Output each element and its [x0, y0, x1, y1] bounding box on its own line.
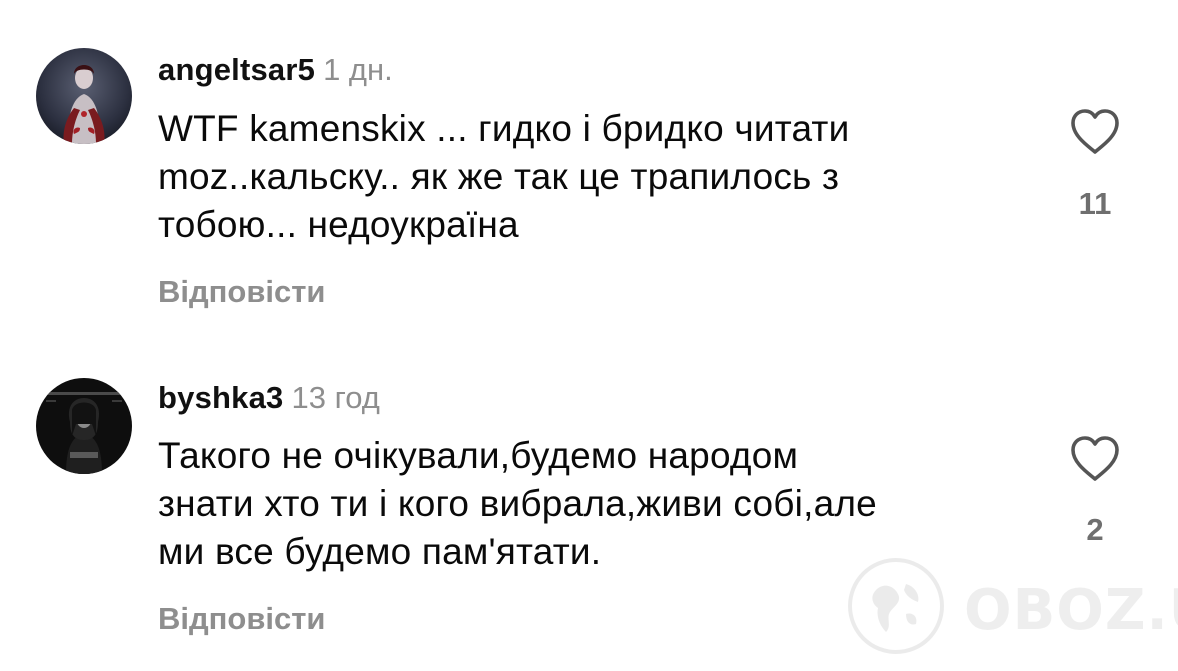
like-button[interactable]: [1068, 107, 1122, 157]
like-button[interactable]: [1068, 434, 1122, 484]
comment-text: WTF kamenskix ... гидко і бридко читати …: [158, 105, 1038, 249]
reply-button[interactable]: Відповісти: [158, 601, 326, 637]
comment-text-line: тобою... недоукраїна: [158, 204, 519, 245]
avatar[interactable]: [36, 48, 132, 144]
comment-text-line: знати хто ти і кого вибрала,живи собі,ал…: [158, 483, 877, 524]
comment-text-line: ми все будемо пам'ятати.: [158, 531, 602, 572]
like-count: 11: [1078, 186, 1112, 221]
comment-time: 1 дн.: [323, 52, 393, 87]
avatar[interactable]: [36, 378, 132, 474]
comment-text-line: Такого не очікували,будемо народом: [158, 435, 799, 476]
avatar-image: [36, 378, 132, 474]
comment-meta: byshka3 13 год: [158, 380, 380, 416]
username[interactable]: angeltsar5: [158, 52, 315, 87]
watermark-text: OBOZ.UA: [964, 578, 1178, 643]
like-count: 2: [1086, 512, 1104, 547]
comment-time: 13 год: [291, 380, 380, 415]
heart-outline-icon: [1071, 436, 1119, 481]
heart-outline-icon: [1071, 109, 1119, 154]
comment-meta: angeltsar5 1 дн.: [158, 52, 393, 88]
reply-button[interactable]: Відповісти: [158, 274, 326, 310]
comment-text-line: WTF kamenskix ... гидко і бридко читати: [158, 108, 850, 149]
avatar-image: [36, 48, 132, 144]
username[interactable]: byshka3: [158, 380, 283, 415]
comment-text: Такого не очікували,будемо народом знати…: [158, 432, 1038, 576]
comment-text-line: moz..кальску.. як же так це трапилось з: [158, 156, 840, 197]
